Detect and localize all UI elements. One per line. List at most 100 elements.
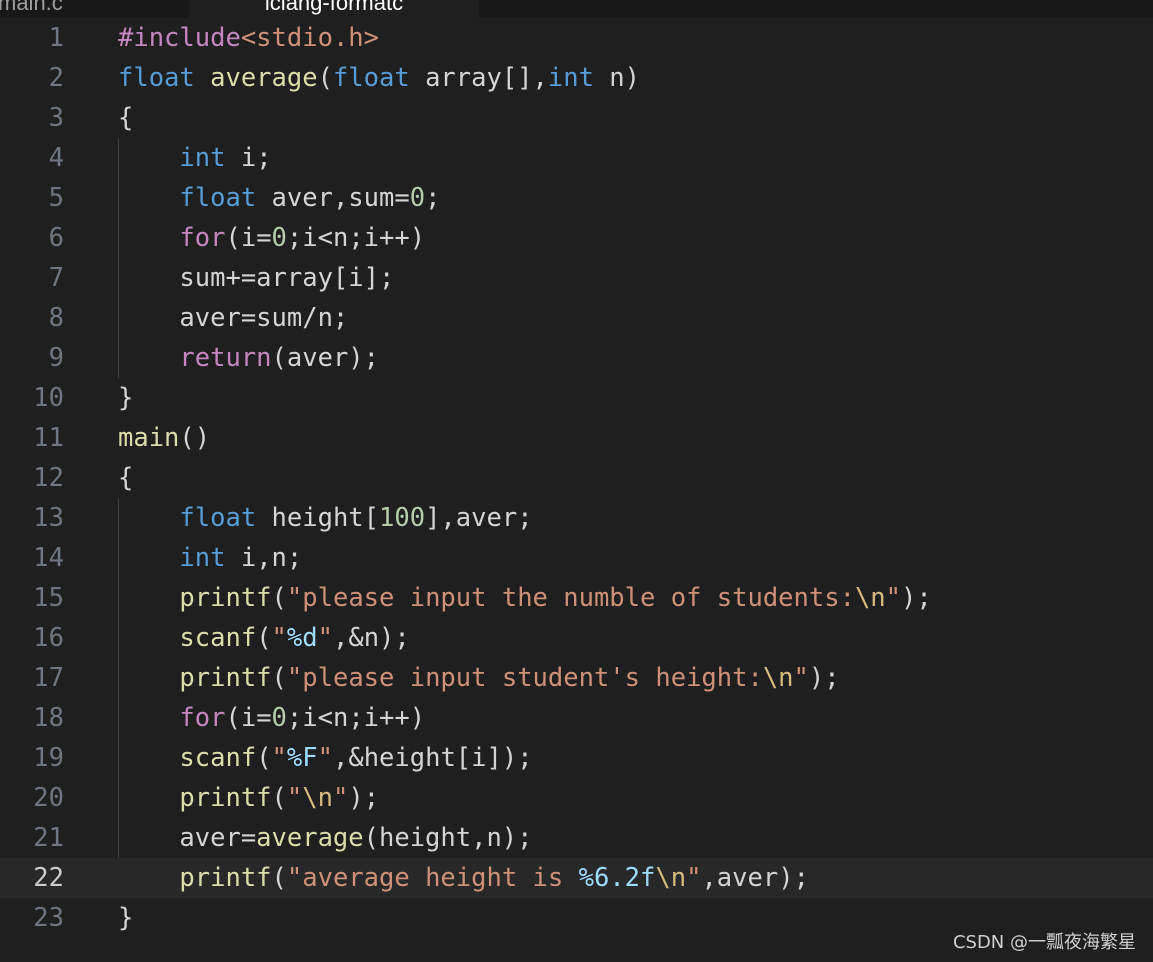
line-number: 23 [33,903,64,933]
code-token: aver=sum/n; [118,303,349,333]
line-number: 22 [33,863,64,893]
code-line[interactable]: 13 float height[100],aver; [0,498,1153,538]
code-token: ( [271,863,287,893]
code-line[interactable]: 4 int i; [0,138,1153,178]
code-token: %F [286,743,318,773]
line-code: return(aver); [118,338,379,378]
line-number: 15 [33,583,64,613]
line-code: int i,n; [118,538,302,578]
code-line[interactable]: 9 return(aver); [0,338,1153,378]
line-number: 13 [33,503,64,533]
code-line[interactable]: 19 scanf("%F",&height[i]); [0,738,1153,778]
line-number: 1 [48,23,64,53]
code-token: int [547,63,594,93]
code-token: ( [317,63,333,93]
code-token: (height,n); [363,823,533,853]
line-number: 21 [33,823,64,853]
code-line[interactable]: 7 sum+=array[i]; [0,258,1153,298]
code-token: sum+=array[i]; [118,263,395,293]
code-token: for [179,703,226,733]
code-line[interactable]: 18 for(i=0;i<n;i++) [0,698,1153,738]
code-line[interactable]: 21 aver=average(height,n); [0,818,1153,858]
line-number: 20 [33,783,64,813]
code-line[interactable]: 15 printf("please input the numble of st… [0,578,1153,618]
code-line[interactable]: 12 { [0,458,1153,498]
code-token: i; [225,143,272,173]
code-token: \n [655,863,687,893]
code-token: 0 [271,703,287,733]
line-code: printf("please input the numble of stude… [118,578,931,618]
line-code: scanf("%F",&height[i]); [118,738,533,778]
code-token: \n [302,783,333,813]
code-token: ,&height[i]); [332,743,533,773]
code-line[interactable]: 2 float average(float array[],int n) [0,58,1153,98]
line-code: sum+=array[i]; [118,258,394,298]
code-token: " [317,623,333,653]
code-token: printf [179,863,272,893]
code-line[interactable]: 16 scanf("%d",&n); [0,618,1153,658]
line-code: int i; [118,138,272,178]
line-number: 9 [48,343,64,373]
code-line[interactable]: 22 printf("average height is %6.2f\n",av… [0,858,1153,898]
code-token: int [179,143,226,173]
code-token: average [256,823,364,853]
code-token: ],aver; [425,503,533,533]
code-token: #include [118,23,241,53]
code-token: "average height is [286,863,579,893]
code-token: ); [808,663,840,693]
line-code: float average(float array[],int n) [118,58,640,98]
line-number: 7 [48,263,64,293]
line-code: main() [118,418,210,458]
code-token: printf [179,583,272,613]
code-line[interactable]: 8 aver=sum/n; [0,298,1153,338]
code-token: n) [593,63,641,93]
line-number: 12 [33,463,64,493]
code-token: float [332,63,410,93]
code-line[interactable]: 14 int i,n; [0,538,1153,578]
line-number: 18 [33,703,64,733]
code-token: 0 [409,183,426,213]
code-token: (aver); [271,343,380,373]
code-token: array[], [409,63,548,93]
tab-main-c[interactable]: main.c [0,0,184,18]
line-number: 5 [48,183,64,213]
code-token: <stdio.h> [240,23,379,53]
line-number: 6 [48,223,64,253]
code-token: " [317,743,333,773]
line-number: 4 [48,143,64,173]
code-token: average [210,63,318,93]
line-number: 2 [48,63,64,93]
code-token: () [179,423,211,453]
code-line[interactable]: 11 main() [0,418,1153,458]
code-token: i,n; [225,543,303,573]
code-line[interactable]: 17 printf("please input student's height… [0,658,1153,698]
code-line[interactable]: 5 float aver,sum=0; [0,178,1153,218]
code-line[interactable]: 1 #include<stdio.h> [0,18,1153,58]
code-token: height[ [256,503,380,533]
tab-clang-format[interactable]: lclang-formatc [189,0,479,18]
code-token: 100 [379,503,426,533]
line-code: float height[100],aver; [118,498,533,538]
code-line[interactable]: 10} [0,378,1153,418]
code-token: ( [271,583,287,613]
code-token: \n [854,583,886,613]
code-line[interactable]: 3{ [0,98,1153,138]
line-number: 3 [48,103,64,133]
line-number: 10 [33,383,64,413]
line-code: } [118,898,133,938]
code-token: (i= [225,703,272,733]
code-token: ); [348,783,380,813]
code-line[interactable]: 20 printf("\n"); [0,778,1153,818]
code-editor[interactable]: 1 #include<stdio.h> 2 float average(float a… [0,18,1153,962]
code-token: } [118,383,134,413]
code-token: float [179,183,257,213]
code-token: ( [271,663,287,693]
code-line[interactable]: 6 for(i=0;i<n;i++) [0,218,1153,258]
line-number: 17 [33,663,64,693]
